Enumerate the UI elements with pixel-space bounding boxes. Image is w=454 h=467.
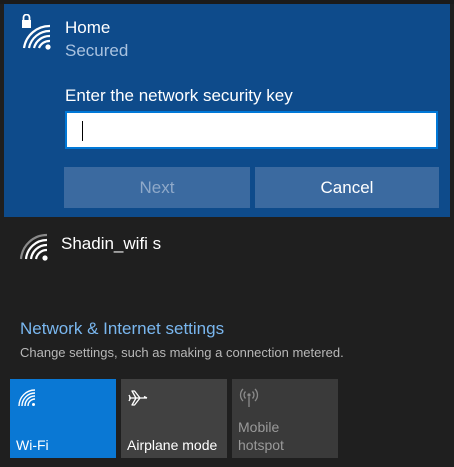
wifi-icon — [18, 389, 36, 407]
hotspot-label-line1: Mobile — [238, 419, 280, 435]
airplane-mode-tile[interactable]: Airplane mode — [121, 379, 227, 458]
text-caret — [82, 121, 83, 141]
network-settings-description: Change settings, such as making a connec… — [20, 345, 344, 360]
network-name: Shadin_wifi s — [61, 234, 162, 253]
next-button[interactable]: Next — [64, 167, 250, 208]
security-key-input[interactable] — [65, 111, 438, 149]
mobile-hotspot-tile[interactable]: Mobile hotspot — [232, 379, 338, 458]
wifi-signal-icon — [19, 233, 48, 261]
wifi-toggle-tile[interactable]: Wi-Fi — [10, 379, 116, 458]
network-name: Home — [65, 18, 111, 37]
hotspot-icon — [239, 388, 259, 407]
airplane-mode-label: Airplane mode — [127, 437, 218, 453]
network-status: Secured — [65, 41, 129, 60]
cancel-button[interactable]: Cancel — [255, 167, 439, 208]
selected-network-panel[interactable]: Home Secured Enter the network security … — [4, 4, 450, 217]
hotspot-label-line2: hotspot — [238, 437, 284, 453]
airplane-icon — [128, 390, 148, 406]
wifi-secured-icon — [22, 14, 51, 50]
wifi-tile-label: Wi-Fi — [16, 437, 49, 453]
network-settings-link[interactable]: Network & Internet settings — [20, 319, 224, 339]
network-list-item[interactable]: Shadin_wifi s — [0, 218, 454, 274]
security-key-label: Enter the network security key — [65, 86, 293, 105]
